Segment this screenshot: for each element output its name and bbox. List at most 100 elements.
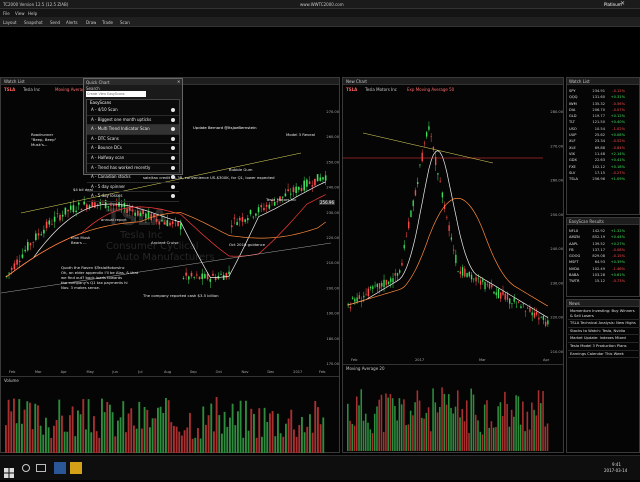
candle-body <box>147 211 150 219</box>
easyscan-dropdown[interactable]: Quick Chart ✕ Search EasyScans A - 4/10 … <box>83 78 183 202</box>
candle-body <box>466 272 468 278</box>
candle-body <box>367 288 369 297</box>
dropdown-item[interactable]: A - Halfway scan <box>87 154 179 164</box>
volume-bar <box>165 397 167 453</box>
volume-bar <box>441 387 443 451</box>
candle-body <box>464 268 466 277</box>
dropdown-item-label: A - Halfway scan <box>91 154 125 160</box>
candle-body <box>255 213 257 216</box>
dropdown-item[interactable]: A - DTC Scans <box>87 135 179 145</box>
volume-bar <box>77 410 79 453</box>
candle-body <box>527 307 529 309</box>
volume-bar <box>479 431 481 451</box>
toggle-dot-icon[interactable] <box>171 155 175 160</box>
candle-body <box>477 278 479 280</box>
volume-bar <box>95 431 98 453</box>
news-pane[interactable]: News Momentum Investing: Buy Winners & S… <box>566 299 640 453</box>
volume-bar <box>405 425 407 451</box>
toolbar-draw[interactable]: Draw <box>86 20 96 25</box>
toggle-dot-icon[interactable] <box>171 127 175 132</box>
news-item[interactable]: Tesla Model 3 Production Plans <box>568 343 640 351</box>
news-item[interactable]: TSLA Technical Analysis: New Highs <box>568 320 640 328</box>
candle-body <box>430 136 432 137</box>
search-icon[interactable] <box>22 464 30 472</box>
right-x-tick: Mar <box>479 358 486 362</box>
ann-ancient-cruise: Ancient Cruise <box>151 240 179 245</box>
dropdown-item[interactable]: A - Bounce DCs <box>87 144 179 154</box>
left-x-tick: Jul <box>137 370 142 374</box>
task-view-icon[interactable] <box>36 464 46 472</box>
toggle-dot-icon[interactable] <box>171 108 175 112</box>
watchlist-row[interactable]: TSLA 256.96 +1.09% <box>569 176 639 182</box>
volume-bar <box>119 417 122 453</box>
candle-body <box>314 178 316 186</box>
watchlist-row[interactable]: TWTR 15.12 -0.73% <box>569 278 639 284</box>
dropdown-search-input[interactable] <box>86 91 146 97</box>
volume-bar <box>271 411 274 453</box>
toolbar-trade[interactable]: Trade <box>102 20 113 25</box>
right-chart-pane[interactable]: New Chart TSLA Tesla Motors Inc Exp Movi… <box>342 77 564 453</box>
app-icon-tc2000[interactable] <box>54 462 66 474</box>
dropdown-item[interactable]: A - 5 day losses <box>87 192 179 202</box>
scan-results-label: EasyScan Results <box>569 219 604 224</box>
note-raven-5: Nov. 3 makes sense. <box>61 285 101 290</box>
dropdown-item[interactable]: A - Multi Trend Indicator Scan <box>87 125 179 135</box>
start-icon[interactable] <box>4 463 14 478</box>
right-price-chart[interactable]: 280.00 270.00 260.00 250.00 240.00 230.00 220.… <box>343 93 565 363</box>
candle-body <box>461 267 464 276</box>
scan-results-pane[interactable]: EasyScan Results NFLX 142.92 +1.32% AMZN 852… <box>566 217 640 297</box>
news-item[interactable]: Market Update: Indexes Mixed <box>568 335 640 343</box>
candle-body <box>249 209 252 215</box>
watchlist-pane[interactable]: Watch List SPY 234.91 -0.12% QQQ 131.60 +0.31… <box>566 77 640 215</box>
toggle-dot-icon[interactable] <box>171 175 175 180</box>
right-symbol[interactable]: TSLA <box>346 87 357 92</box>
dropdown-close-icon[interactable]: ✕ <box>177 79 180 84</box>
dropdown-item[interactable]: A - Canadian stocks <box>87 173 179 183</box>
candle-body <box>59 214 61 221</box>
volume-bar <box>178 431 181 453</box>
dropdown-list: EasyScans A - 4/10 Scan A - Biggest one m… <box>86 99 180 202</box>
candle-body <box>265 204 268 207</box>
toolbar-snapshot[interactable]: Snapshot <box>24 20 43 25</box>
news-item[interactable]: Earnings Calendar This Week <box>568 351 640 359</box>
volume-bar <box>234 425 237 453</box>
dropdown-item[interactable]: A - 5 day spinner <box>87 183 179 193</box>
volume-bar <box>215 397 218 453</box>
toggle-dot-icon[interactable] <box>171 184 175 189</box>
volume-bar <box>295 436 298 453</box>
candle-body <box>401 262 403 266</box>
toolbar-layout[interactable]: Layout <box>3 20 17 25</box>
candle-body <box>166 220 169 227</box>
menu-view[interactable]: View <box>15 11 25 16</box>
dropdown-item[interactable]: A - Trend has worked recently <box>87 164 179 174</box>
dropdown-item-label: A - DTC Scans <box>91 135 119 141</box>
toolbar-alerts[interactable]: Alerts <box>66 20 78 25</box>
candle-body <box>423 142 426 144</box>
news-item[interactable]: Momentum Investing: Buy Winners & Sell L… <box>568 308 640 321</box>
toggle-dot-icon[interactable] <box>171 146 175 151</box>
candle-body <box>524 310 527 312</box>
candle-body <box>201 273 204 280</box>
left-x-tick: Aug <box>164 370 171 374</box>
volume-bar <box>314 400 317 453</box>
menu-help[interactable]: Help <box>28 11 37 16</box>
candle-body <box>268 204 271 209</box>
dropdown-item[interactable]: A - Biggest one month upticks <box>87 116 179 126</box>
scan-results-header: EasyScan Results <box>567 218 639 225</box>
volume-bar <box>269 413 271 453</box>
menu-file[interactable]: File <box>3 11 10 16</box>
left-symbol[interactable]: TSLA <box>4 87 15 92</box>
close-icon[interactable]: ✕ <box>620 1 625 6</box>
dropdown-item[interactable]: A - 4/10 Scan <box>87 106 179 116</box>
toolbar-send[interactable]: Send <box>50 20 60 25</box>
left-x-tick: Jun <box>111 370 118 374</box>
toggle-dot-icon[interactable] <box>171 165 175 170</box>
app-icon-folder[interactable] <box>70 462 82 474</box>
toggle-dot-icon[interactable] <box>171 194 175 199</box>
candle-body <box>408 221 410 229</box>
toggle-dot-icon[interactable] <box>171 117 175 122</box>
toggle-dot-icon[interactable] <box>171 136 175 141</box>
toolbar-scan[interactable]: Scan <box>120 20 130 25</box>
candle-body <box>403 244 405 249</box>
news-item[interactable]: Stocks to Watch: Tesla, Nvidia <box>568 328 640 336</box>
